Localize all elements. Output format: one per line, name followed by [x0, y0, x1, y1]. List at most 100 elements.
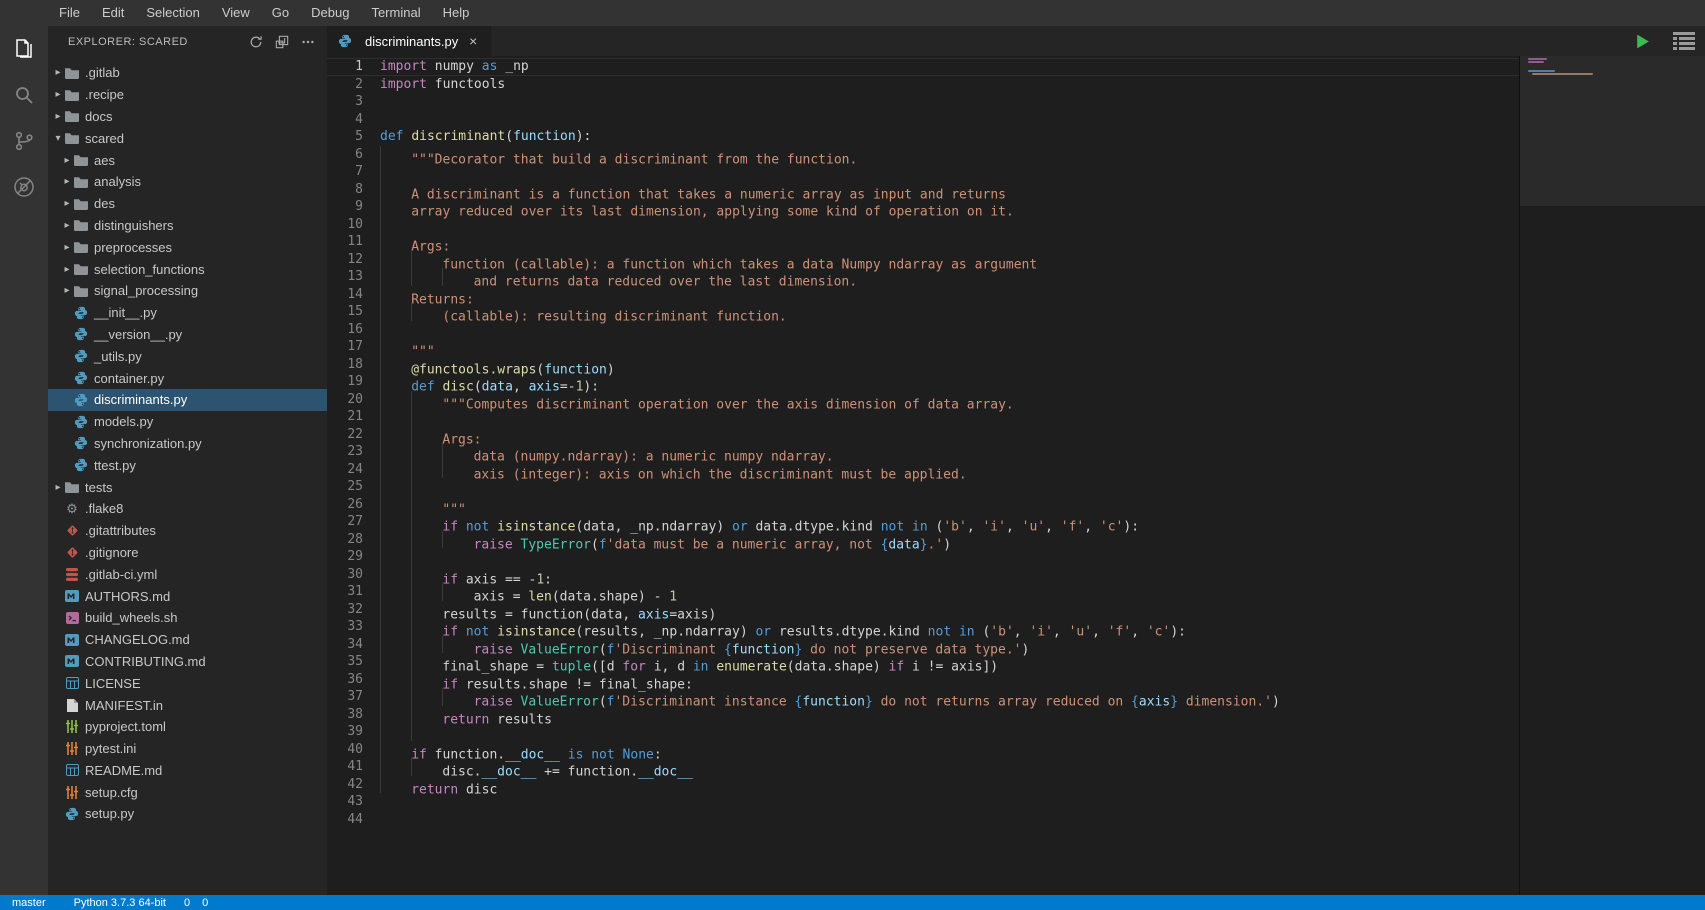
folder-.recipe[interactable]: ▸ .recipe	[48, 84, 327, 106]
file-setup.cfg[interactable]: setup.cfg	[48, 781, 327, 803]
menu-help[interactable]: Help	[432, 0, 481, 26]
file-setup.py[interactable]: setup.py	[48, 803, 327, 825]
file-container.py[interactable]: container.py	[48, 367, 327, 389]
code-line-23[interactable]: 23 data (numpy.ndarray): a numeric numpy …	[327, 443, 1519, 465]
code-line-32[interactable]: 32 results = function(data, axis=axis)	[327, 600, 1519, 622]
file-build_wheels.sh[interactable]: build_wheels.sh	[48, 607, 327, 629]
code-line-22[interactable]: 22 Args:	[327, 425, 1519, 447]
folder-signal_processing[interactable]: ▸ signal_processing	[48, 280, 327, 302]
menu-view[interactable]: View	[211, 0, 261, 26]
code-line-44[interactable]: 44	[327, 811, 1519, 829]
code-line-11[interactable]: 11 Args:	[327, 233, 1519, 255]
code-line-5[interactable]: 5 def discriminant(function):	[327, 128, 1519, 146]
code-line-17[interactable]: 17 """	[327, 338, 1519, 360]
folder-docs[interactable]: ▸ docs	[48, 106, 327, 128]
folder-aes[interactable]: ▸ aes	[48, 149, 327, 171]
code-line-30[interactable]: 30 if axis == -1:	[327, 565, 1519, 587]
menu-selection[interactable]: Selection	[135, 0, 210, 26]
code-line-28[interactable]: 28 raise TypeError(f'data must be a numer…	[327, 530, 1519, 552]
code-line-1[interactable]: 1 import numpy as _np	[327, 58, 1519, 76]
minimap[interactable]	[1519, 56, 1705, 895]
folder-des[interactable]: ▸ des	[48, 193, 327, 215]
file-.gitlab-ci.yml[interactable]: .gitlab-ci.yml	[48, 563, 327, 585]
file-ttest.py[interactable]: ttest.py	[48, 454, 327, 476]
file-_utils.py[interactable]: _utils.py	[48, 345, 327, 367]
menu-debug[interactable]: Debug	[300, 0, 360, 26]
file-LICENSE[interactable]: LICENSE	[48, 672, 327, 694]
code-line-35[interactable]: 35 final_shape = tuple([d for i, d in enu…	[327, 653, 1519, 675]
file-.gitattributes[interactable]: .gitattributes	[48, 520, 327, 542]
menu-edit[interactable]: Edit	[91, 0, 135, 26]
file-__init__.py[interactable]: __init__.py	[48, 302, 327, 324]
list-icon[interactable]	[1673, 32, 1695, 50]
file-pytest.ini[interactable]: pytest.ini	[48, 738, 327, 760]
minimap-slider[interactable]	[1520, 56, 1705, 206]
file-pyproject.toml[interactable]: pyproject.toml	[48, 716, 327, 738]
code-line-41[interactable]: 41 disc.__doc__ += function.__doc__	[327, 758, 1519, 780]
code-line-43[interactable]: 43	[327, 793, 1519, 811]
code-line-37[interactable]: 37 raise ValueError(f'Discriminant instan…	[327, 688, 1519, 710]
file-CONTRIBUTING.md[interactable]: CONTRIBUTING.md	[48, 651, 327, 673]
indent-guide	[411, 390, 442, 408]
code-line-15[interactable]: 15 (callable): resulting discriminant fun…	[327, 303, 1519, 325]
menu-go[interactable]: Go	[261, 0, 300, 26]
search-icon[interactable]	[0, 72, 48, 118]
code-line-19[interactable]: 19 def disc(data, axis=-1):	[327, 373, 1519, 395]
git-branch-status[interactable]: master	[8, 895, 46, 910]
indent-guide	[380, 583, 411, 601]
more-actions-icon[interactable]	[301, 35, 315, 49]
folder-distinguishers[interactable]: ▸ distinguishers	[48, 215, 327, 237]
code-line-4[interactable]: 4	[327, 111, 1519, 129]
folder-.gitlab[interactable]: ▸ .gitlab	[48, 62, 327, 84]
file-synchronization.py[interactable]: synchronization.py	[48, 433, 327, 455]
code-line-18[interactable]: 18 @functools.wraps(function)	[327, 355, 1519, 377]
explorer-icon[interactable]	[0, 26, 48, 72]
code-line-20[interactable]: 20 """Computes discriminant operation ove…	[327, 390, 1519, 412]
run-button[interactable]	[1634, 33, 1651, 50]
folder-selection_functions[interactable]: ▸ selection_functions	[48, 258, 327, 280]
file-models.py[interactable]: models.py	[48, 411, 327, 433]
file-.flake8[interactable]: ⚙ .flake8	[48, 498, 327, 520]
line-content	[363, 723, 450, 741]
file-__version__.py[interactable]: __version__.py	[48, 324, 327, 346]
line-number: 32	[347, 601, 363, 617]
debug-icon[interactable]	[0, 164, 48, 210]
line-content: if not isinstance(results, _np.ndarray) …	[363, 618, 1186, 640]
file-README.md[interactable]: README.md	[48, 760, 327, 782]
folder-analysis[interactable]: ▸ analysis	[48, 171, 327, 193]
code-line-33[interactable]: 33 if not isinstance(results, _np.ndarray…	[327, 618, 1519, 640]
code-line-34[interactable]: 34 raise ValueError(f'Discriminant {funct…	[327, 635, 1519, 657]
file-CHANGELOG.md[interactable]: CHANGELOG.md	[48, 629, 327, 651]
code-line-26[interactable]: 26 """	[327, 495, 1519, 517]
file-discriminants.py[interactable]: discriminants.py	[48, 388, 327, 411]
folder-preprocesses[interactable]: ▸ preprocesses	[48, 236, 327, 258]
code-line-27[interactable]: 27 if not isinstance(data, _np.ndarray) o…	[327, 513, 1519, 535]
file-.gitignore[interactable]: .gitignore	[48, 542, 327, 564]
code-line-3[interactable]: 3	[327, 93, 1519, 111]
code-line-40[interactable]: 40 if function.__doc__ is not None:	[327, 740, 1519, 762]
code-line-2[interactable]: 2 import functools	[327, 76, 1519, 94]
close-icon[interactable]: ×	[465, 33, 481, 49]
python-interpreter-status[interactable]: Python 3.7.3 64-bit	[74, 895, 166, 910]
code-line-12[interactable]: 12 function (callable): a function which …	[327, 250, 1519, 272]
menu-terminal[interactable]: Terminal	[360, 0, 431, 26]
code-line-24[interactable]: 24 axis (integer): axis on which the disc…	[327, 460, 1519, 482]
line-number: 25	[347, 479, 363, 494]
folder-tests[interactable]: ▸ tests	[48, 476, 327, 498]
code-line-31[interactable]: 31 axis = len(data.shape) - 1	[327, 583, 1519, 605]
code-line-8[interactable]: 8A discriminant is a function that takes…	[327, 180, 1519, 202]
file-MANIFEST.in[interactable]: MANIFEST.in	[48, 694, 327, 716]
indent-guide	[380, 303, 411, 321]
source-control-icon[interactable]	[0, 118, 48, 164]
collapse-folders-icon[interactable]	[275, 35, 289, 49]
file-AUTHORS.md[interactable]: AUTHORS.md	[48, 585, 327, 607]
indent-guide	[380, 758, 411, 776]
refresh-icon[interactable]	[249, 35, 263, 49]
code-line-6[interactable]: 6 """Decorator that build a discriminant …	[327, 145, 1519, 167]
code-editor[interactable]: 1 import numpy as _np 2 import functools 3 4…	[327, 56, 1519, 895]
problems-status[interactable]: 0 0	[180, 895, 208, 910]
tab-discriminants[interactable]: discriminants.py ×	[327, 26, 492, 56]
menu-file[interactable]: File	[48, 0, 91, 26]
code-line-9[interactable]: 9 array reduced over its last dimension, …	[327, 198, 1519, 220]
folder-scared[interactable]: ▾ scared	[48, 127, 327, 149]
